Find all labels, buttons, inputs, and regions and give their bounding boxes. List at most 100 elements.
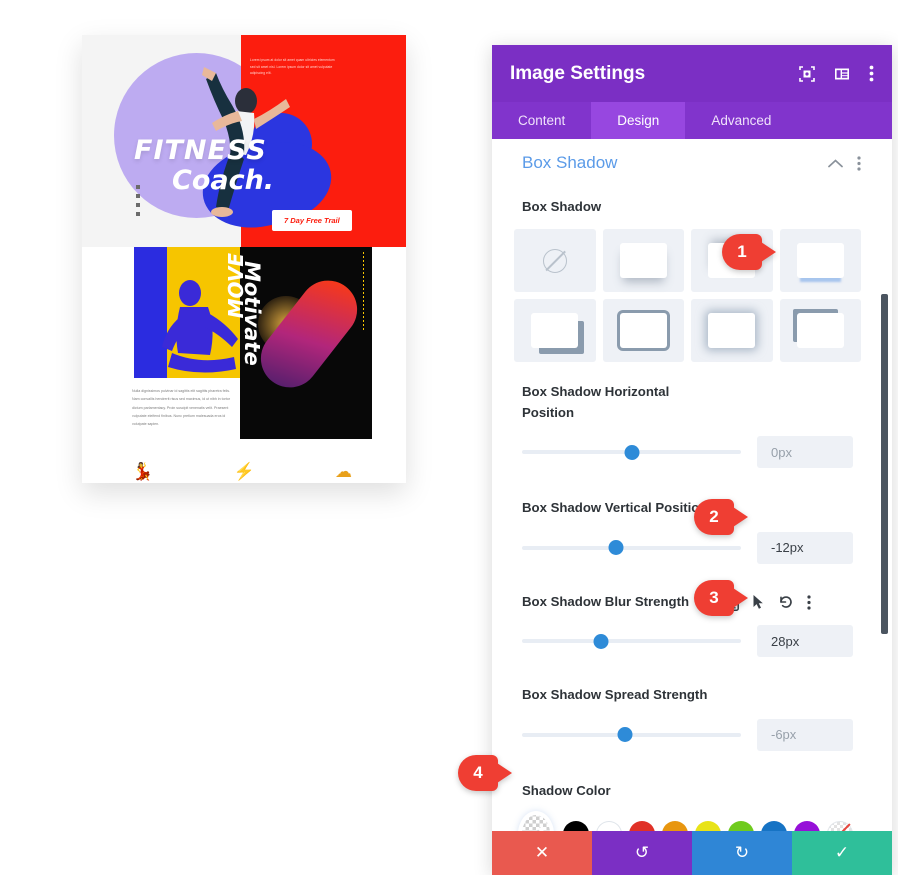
swatch-blue[interactable] [761, 821, 787, 831]
tab-design[interactable]: Design [591, 102, 686, 139]
more-options-icon[interactable] [869, 65, 874, 82]
spread-strength-label: Box Shadow Spread Strength [522, 687, 708, 703]
eyedropper-icon[interactable] [522, 815, 550, 831]
social-twitter-icon[interactable] [136, 194, 140, 198]
social-facebook-icon[interactable] [136, 185, 140, 189]
arch-icon: ☁ [335, 462, 352, 481]
panel-scrollbar-thumb[interactable] [881, 294, 888, 634]
callout-marker-3: 3 [694, 580, 748, 616]
swatch-yellow[interactable] [695, 821, 721, 831]
shadow-color-swatches [492, 815, 883, 831]
box-shadow-preset-grid [492, 229, 883, 363]
slider-thumb[interactable] [617, 727, 633, 743]
preset-glow[interactable] [691, 299, 773, 363]
reset-icon[interactable] [778, 594, 794, 610]
slider-track [522, 545, 741, 550]
callout-number: 1 [737, 242, 747, 261]
panel-header-actions [799, 65, 874, 82]
preview-bottom-section: MOVE Motivate Nulla dignissimos pulvinar… [82, 247, 406, 483]
slider-thumb[interactable] [624, 444, 639, 460]
preset-bottom-blue-shadow[interactable] [779, 229, 861, 293]
box-shadow-section-header[interactable]: Box Shadow [492, 139, 883, 177]
preset-none[interactable] [514, 229, 596, 293]
panel-body: Box Shadow Box Shadow Box Shadow Horizon… [492, 139, 892, 831]
focus-target-icon[interactable] [799, 65, 815, 82]
preview-word-motivate: Motivate [240, 261, 264, 366]
horizontal-position-field: Box Shadow Horizontal Position 0px [492, 382, 883, 469]
section-tools [828, 155, 861, 171]
runner-icon: 💃 [132, 462, 154, 481]
swatch-black[interactable] [563, 821, 589, 831]
chevron-up-icon[interactable] [828, 158, 843, 168]
callout-marker-4: 4 [458, 755, 512, 791]
tab-advanced[interactable]: Advanced [685, 102, 797, 139]
screen: FITNESS Coach. Lorem ipsum at dolor sit … [0, 0, 898, 875]
swatch-green[interactable] [728, 821, 754, 831]
slider-thumb[interactable] [608, 540, 624, 556]
horizontal-position-slider[interactable] [522, 441, 741, 463]
more-options-icon[interactable] [807, 594, 811, 610]
blur-strength-field: Box Shadow Blur Strength ? [492, 592, 883, 658]
image-preview[interactable]: FITNESS Coach. Lorem ipsum at dolor sit … [82, 35, 406, 483]
panel-scrollbar-track[interactable] [881, 139, 890, 831]
settings-scroll-area: Box Shadow Box Shadow Box Shadow Horizon… [492, 139, 883, 831]
slider-thumb[interactable] [593, 633, 609, 649]
swatch-purple[interactable] [794, 821, 820, 831]
panel-title: Image Settings [510, 62, 646, 84]
callout-number: 3 [709, 588, 719, 607]
vertical-position-slider[interactable] [522, 537, 741, 559]
swatch-white[interactable] [596, 821, 622, 831]
preset-outline[interactable] [602, 299, 684, 363]
vertical-dot-label [362, 252, 364, 332]
preset-offset-corner[interactable] [514, 299, 596, 363]
panel-header: Image Settings [492, 45, 892, 102]
panel-tabs: Content Design Advanced [492, 102, 892, 139]
slider-track [522, 639, 741, 644]
preview-feature-icons: 💃 ⚡ ☁ [132, 462, 352, 482]
social-pinterest-icon[interactable] [136, 203, 140, 207]
preview-top-section: FITNESS Coach. Lorem ipsum at dolor sit … [82, 35, 406, 247]
box-shadow-field: Box Shadow [492, 197, 883, 217]
blur-strength-slider[interactable] [522, 630, 741, 652]
social-instagram-icon[interactable] [136, 212, 140, 216]
close-button[interactable]: ✕ [492, 831, 592, 875]
horizontal-position-input[interactable]: 0px [757, 436, 853, 469]
callout-number: 4 [473, 763, 483, 782]
trial-cta-button[interactable]: 7 Day Free Trail [272, 210, 352, 231]
redo-button[interactable]: ↻ [692, 831, 792, 875]
panel-action-bar: ✕ ↺ ↻ ✓ [492, 831, 892, 875]
blur-strength-input[interactable]: 28px [757, 625, 853, 658]
preset-top-left-corner[interactable] [779, 299, 861, 363]
horizontal-position-label: Box Shadow Horizontal Position [522, 384, 670, 420]
vertical-position-input[interactable]: -12px [757, 531, 853, 564]
blur-strength-label: Box Shadow Blur Strength [522, 593, 690, 609]
swatch-orange[interactable] [662, 821, 688, 831]
shadow-color-field: Shadow Color [492, 781, 883, 801]
shadow-color-label: Shadow Color [522, 782, 611, 798]
callout-number: 2 [709, 507, 719, 526]
spread-strength-slider[interactable] [522, 724, 741, 746]
tab-content[interactable]: Content [492, 102, 591, 139]
preview-headline-2: Coach. [172, 165, 275, 196]
panel-layout-icon[interactable] [834, 66, 850, 82]
section-title: Box Shadow [522, 153, 618, 172]
vertical-position-label: Box Shadow Vertical Position [522, 500, 708, 516]
more-options-icon[interactable] [857, 155, 861, 171]
vertical-position-field: Box Shadow Vertical Position -12px [492, 498, 883, 564]
image-settings-panel: Image Settings Content Design Advanced B… [492, 45, 892, 875]
undo-button[interactable]: ↺ [592, 831, 692, 875]
hover-cursor-icon[interactable] [752, 594, 765, 610]
preview-body-paragraph: Nulla dignissimos pulvinar id sagittis e… [132, 389, 231, 427]
swatch-none[interactable] [827, 821, 853, 831]
box-shadow-label: Box Shadow [522, 199, 602, 214]
social-links[interactable] [136, 185, 140, 221]
spread-strength-input[interactable]: -6px [757, 718, 853, 751]
preview-red-paragraph: Lorem ipsum at dolor sit amet quam ultri… [250, 58, 335, 76]
callout-marker-1: 1 [722, 234, 776, 270]
swatch-red[interactable] [629, 821, 655, 831]
save-button[interactable]: ✓ [792, 831, 892, 875]
no-shadow-icon [542, 248, 567, 273]
preset-bottom-shadow[interactable] [602, 229, 684, 293]
preview-headline-1: FITNESS [134, 135, 267, 166]
spread-strength-field: Box Shadow Spread Strength -6px [492, 685, 883, 751]
